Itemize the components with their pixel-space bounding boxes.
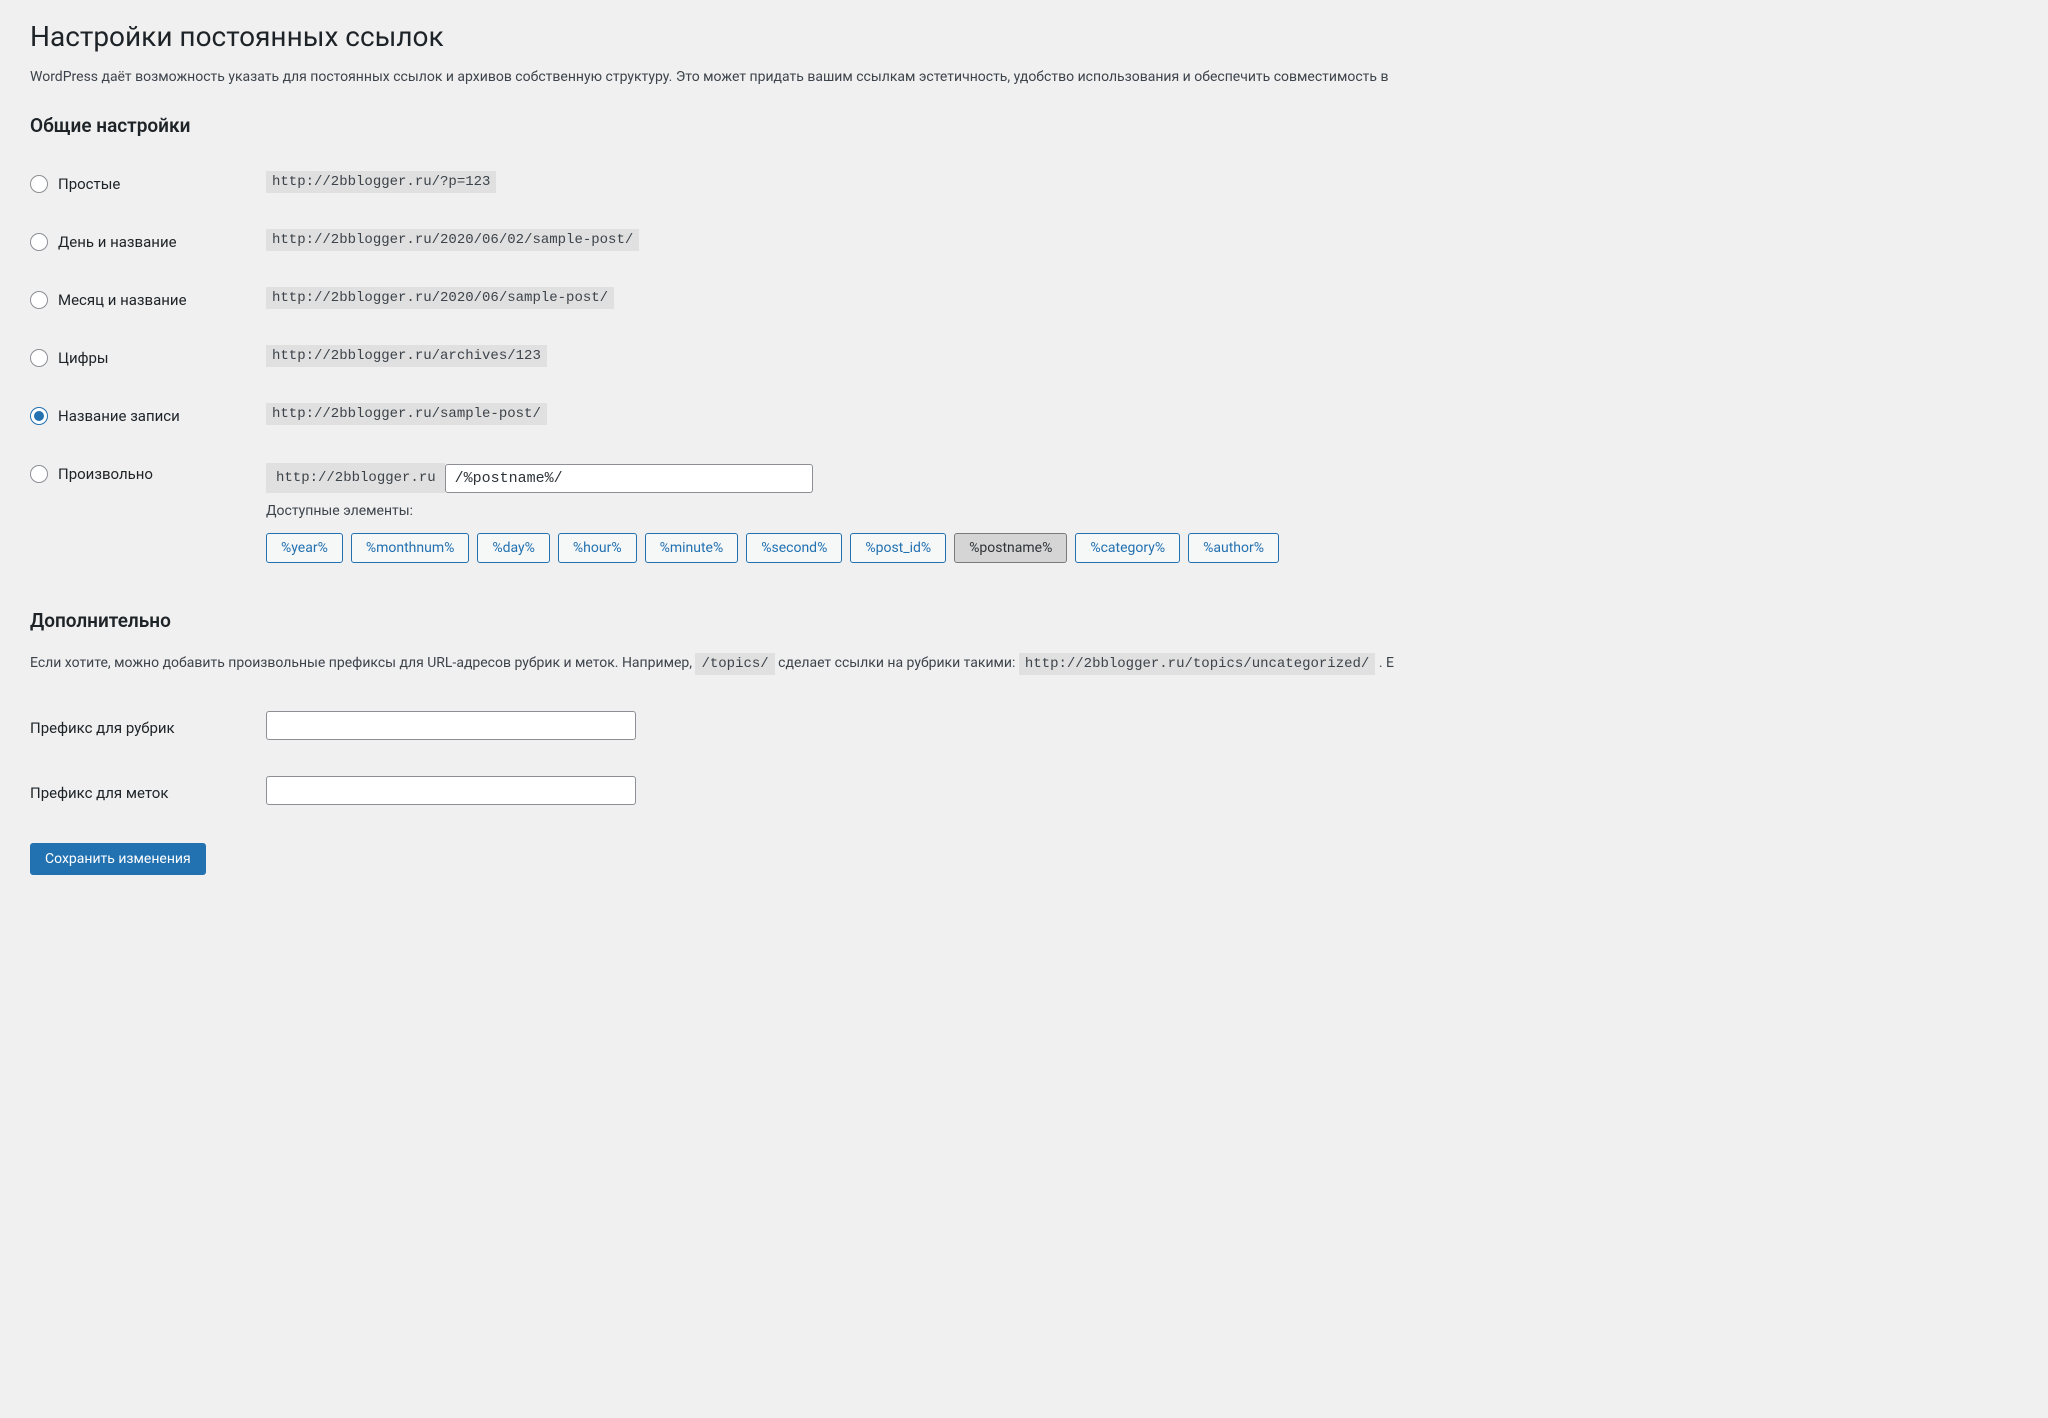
custom-url-prefix: http://2bblogger.ru: [266, 463, 445, 493]
category-base-label: Префикс для рубрик: [30, 693, 266, 758]
permalink-label-numeric: Цифры: [58, 349, 109, 367]
permalink-example-plain: http://2bblogger.ru/?p=123: [266, 171, 496, 193]
permalink-radio-day-name[interactable]: [30, 233, 48, 251]
tag-minute[interactable]: %minute%: [645, 533, 739, 563]
custom-structure-input[interactable]: [445, 464, 813, 493]
tag-monthnum[interactable]: %monthnum%: [351, 533, 470, 563]
tag-post-id[interactable]: %post_id%: [850, 533, 946, 563]
optional-topics-code: /topics/: [695, 653, 774, 675]
tag-base-label: Префикс для меток: [30, 758, 266, 823]
tag-postname[interactable]: %postname%: [954, 533, 1067, 563]
tag-second[interactable]: %second%: [746, 533, 842, 563]
permalink-option-month-name[interactable]: Месяц и название: [30, 291, 187, 309]
available-tags-label: Доступные элементы:: [266, 503, 2008, 519]
tag-base-input[interactable]: [266, 776, 636, 805]
permalink-example-numeric: http://2bblogger.ru/archives/123: [266, 345, 547, 367]
tag-year[interactable]: %year%: [266, 533, 343, 563]
permalink-label-month-name: Месяц и название: [58, 291, 187, 309]
tag-day[interactable]: %day%: [477, 533, 550, 563]
save-changes-button[interactable]: Сохранить изменения: [30, 843, 206, 875]
permalink-option-custom[interactable]: Произвольно: [30, 465, 153, 483]
permalink-radio-numeric[interactable]: [30, 349, 48, 367]
permalink-radio-postname[interactable]: [30, 407, 48, 425]
tag-author[interactable]: %author%: [1188, 533, 1279, 563]
category-base-input[interactable]: [266, 711, 636, 740]
permalink-label-custom: Произвольно: [58, 465, 153, 483]
permalink-radio-custom[interactable]: [30, 465, 48, 483]
optional-example-url: http://2bblogger.ru/topics/uncategorized…: [1019, 653, 1375, 675]
permalink-radio-month-name[interactable]: [30, 291, 48, 309]
permalink-label-postname: Название записи: [58, 407, 180, 425]
permalink-option-day-name[interactable]: День и название: [30, 233, 177, 251]
tag-category[interactable]: %category%: [1075, 533, 1180, 563]
page-description: WordPress даёт возможность указать для п…: [30, 67, 2018, 88]
permalink-option-numeric[interactable]: Цифры: [30, 349, 109, 367]
permalink-label-plain: Простые: [58, 175, 120, 193]
common-settings-heading: Общие настройки: [30, 114, 2018, 137]
permalink-example-day-name: http://2bblogger.ru/2020/06/02/sample-po…: [266, 229, 639, 251]
permalink-label-day-name: День и название: [58, 233, 177, 251]
permalink-example-month-name: http://2bblogger.ru/2020/06/sample-post/: [266, 287, 614, 309]
permalink-example-postname: http://2bblogger.ru/sample-post/: [266, 403, 547, 425]
permalink-option-plain[interactable]: Простые: [30, 175, 120, 193]
tag-hour[interactable]: %hour%: [558, 533, 637, 563]
optional-heading: Дополнительно: [30, 609, 2018, 632]
structure-tags-container: %year% %monthnum% %day% %hour% %minute% …: [266, 533, 2008, 563]
optional-description: Если хотите, можно добавить произвольные…: [30, 652, 2018, 675]
page-title: Настройки постоянных ссылок: [30, 20, 2018, 53]
permalink-radio-plain[interactable]: [30, 175, 48, 193]
permalink-option-postname[interactable]: Название записи: [30, 407, 180, 425]
